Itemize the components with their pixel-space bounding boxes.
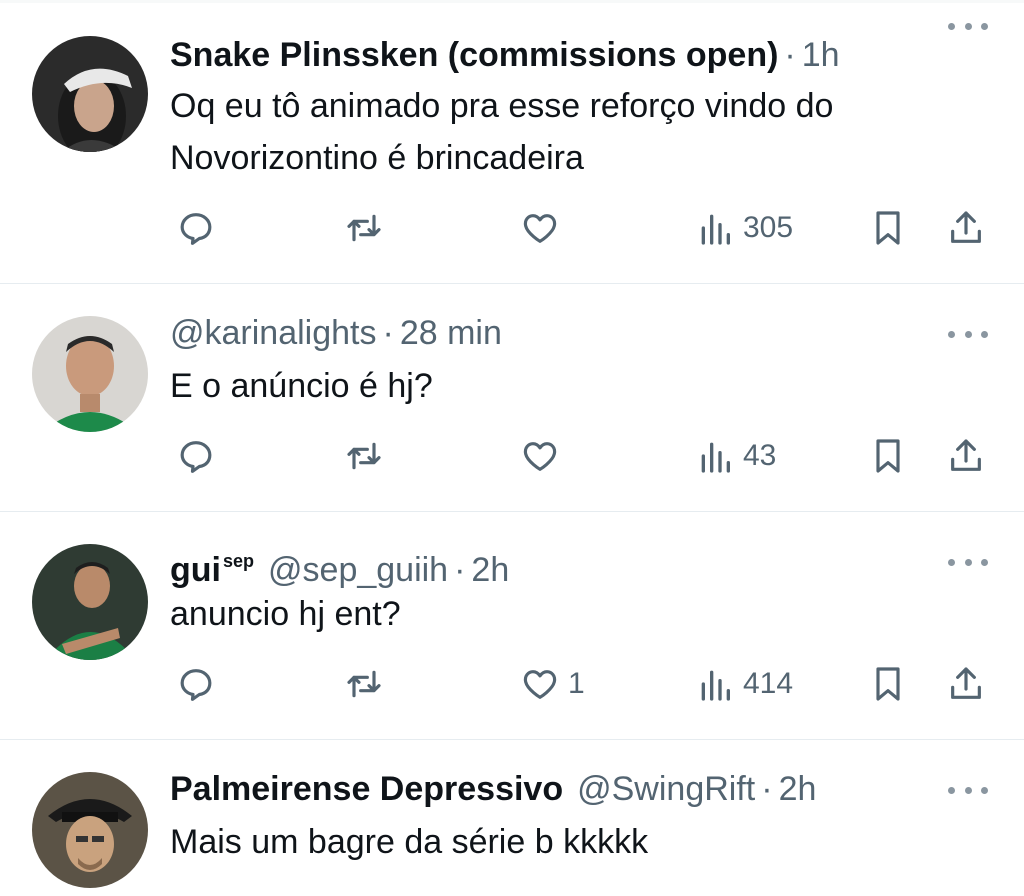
reply-button[interactable] (176, 431, 216, 481)
tweet-text-line: Oq eu tô animado pra esse reforço vindo … (170, 87, 834, 125)
tweet-text: E o anúncio é hj? (170, 360, 433, 412)
timestamp[interactable]: 1h (802, 30, 840, 80)
tweet-text-line: Mais um bagre da série b kkkkk (170, 823, 649, 861)
bookmark-button[interactable] (868, 659, 908, 709)
timestamp[interactable]: 2h (779, 764, 817, 814)
tweet[interactable]: Snake Plinssken (commissions open) · 1h … (0, 0, 1024, 284)
action-bar: 1 414 (0, 659, 1024, 709)
action-bar: 305 (0, 203, 1024, 253)
bookmark-button[interactable] (868, 431, 908, 481)
separator: · (761, 770, 773, 808)
timestamp[interactable]: 28 min (400, 308, 502, 358)
reply-button[interactable] (176, 203, 216, 253)
action-bar: 43 (0, 431, 1024, 481)
reply-icon (180, 213, 212, 245)
timestamp[interactable]: 2h (471, 545, 509, 595)
bookmark-icon (876, 667, 900, 701)
tweet-text: Oq eu tô animado pra esse reforço vindo … (170, 80, 833, 184)
views-count: 43 (743, 439, 777, 472)
tweet-text-line: Novorizontino é brincadeira (170, 139, 584, 177)
handle[interactable]: @SwingRift (577, 764, 755, 814)
views-button[interactable]: 43 (695, 431, 776, 481)
share-button[interactable] (946, 203, 986, 253)
views-icon (701, 214, 730, 245)
bookmark-button[interactable] (868, 203, 908, 253)
views-icon (701, 442, 730, 473)
more-icon[interactable] (948, 326, 988, 342)
more-icon[interactable] (948, 18, 988, 34)
reply-button[interactable] (176, 659, 216, 709)
separator: · (784, 36, 796, 74)
tweet[interactable]: gui sep @sep_guiih · 2h anuncio hj ent? 1… (0, 512, 1024, 740)
more-icon[interactable] (948, 554, 988, 570)
heart-icon (523, 442, 557, 471)
views-count: 305 (743, 211, 794, 244)
display-name[interactable]: Palmeirense Depressivo (170, 764, 563, 814)
share-icon (951, 667, 981, 699)
like-button[interactable] (520, 431, 560, 481)
avatar[interactable] (32, 316, 148, 432)
retweet-icon (347, 670, 381, 698)
avatar[interactable] (32, 36, 148, 152)
separator: · (454, 551, 466, 589)
display-name[interactable]: Snake Plinssken (commissions open) (170, 30, 778, 80)
views-button[interactable]: 305 (695, 203, 793, 253)
tweet[interactable]: @karinalights · 28 min E o anúncio é hj?… (0, 284, 1024, 512)
display-name-text: gui (170, 551, 221, 589)
like-button[interactable]: 1 (520, 659, 585, 709)
views-icon (701, 670, 730, 701)
retweet-button[interactable] (344, 203, 384, 253)
retweet-button[interactable] (344, 659, 384, 709)
more-icon[interactable] (948, 782, 988, 798)
avatar[interactable] (32, 544, 148, 660)
share-icon (951, 211, 981, 243)
bookmark-icon (876, 211, 900, 245)
share-button[interactable] (946, 659, 986, 709)
retweet-icon (347, 214, 381, 242)
tweet-text-line: E o anúncio é hj? (170, 367, 433, 405)
retweet-button[interactable] (344, 431, 384, 481)
reply-icon (180, 441, 212, 473)
share-icon (951, 439, 981, 471)
separator: · (382, 314, 394, 352)
tweet[interactable]: Palmeirense Depressivo @SwingRift · 2h M… (0, 740, 1024, 896)
tweet-text: anuncio hj ent? (170, 588, 401, 640)
like-button[interactable] (520, 203, 560, 253)
retweet-icon (347, 442, 381, 470)
likes-count: 1 (568, 667, 585, 700)
reply-icon (180, 669, 212, 701)
display-name[interactable]: gui sep (170, 536, 254, 595)
bookmark-icon (876, 439, 900, 473)
tweet-text: Mais um bagre da série b kkkkk (170, 816, 648, 868)
views-button[interactable]: 414 (695, 659, 793, 709)
display-name-superscript: sep (222, 551, 255, 571)
avatar[interactable] (32, 772, 148, 888)
tweet-text-line: anuncio hj ent? (170, 595, 401, 633)
share-button[interactable] (946, 431, 986, 481)
heart-icon (523, 670, 557, 699)
views-count: 414 (743, 667, 794, 700)
heart-icon (523, 214, 557, 243)
handle[interactable]: @karinalights (170, 308, 377, 358)
